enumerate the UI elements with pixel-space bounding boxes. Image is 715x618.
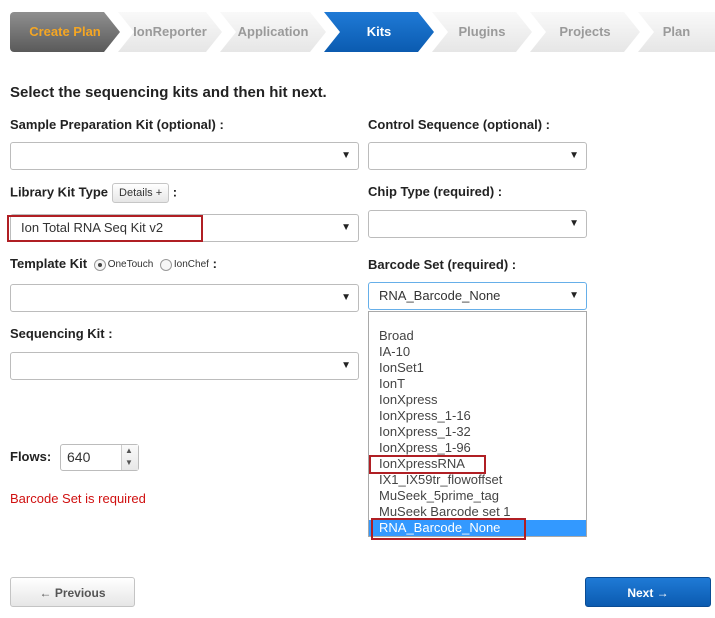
ionchef-radio[interactable] (159, 258, 172, 271)
template-kit-label: Template Kit OneTouch IonChef : (10, 256, 217, 271)
sample-prep-label: Sample Preparation Kit (optional) : (10, 117, 224, 132)
barcode-option-museek-5prime[interactable]: MuSeek_5prime_tag (369, 488, 586, 504)
dropdown-arrow-icon: ▼ (341, 292, 351, 303)
spin-up-icon[interactable]: ▲ (125, 446, 133, 455)
barcode-option-ionxpress-1-96[interactable]: IonXpress_1-96 (369, 440, 586, 456)
barcode-option-ionxpress[interactable]: IonXpress (369, 392, 586, 408)
previous-button[interactable]: ← Previous (10, 577, 135, 607)
step-projects[interactable]: Projects (530, 12, 640, 52)
barcode-option-iont[interactable]: IonT (369, 376, 586, 392)
page-instruction: Select the sequencing kits and then hit … (10, 84, 327, 101)
dropdown-arrow-icon: ▼ (341, 222, 351, 233)
wizard-steps: Create Plan IonReporter Application Kits… (0, 0, 715, 66)
error-message: Barcode Set is required (10, 491, 146, 506)
step-kits[interactable]: Kits (324, 12, 434, 52)
library-kit-highlight (7, 215, 203, 242)
flows-value: 640 (67, 449, 91, 465)
barcode-option-ionxpress-1-32[interactable]: IonXpress_1-32 (369, 424, 586, 440)
dropdown-blank-option[interactable] (369, 312, 586, 328)
library-kit-label-suffix: : (172, 184, 178, 200)
sequencing-kit-select[interactable]: ▼ (10, 352, 359, 380)
step-plugins[interactable]: Plugins (432, 12, 532, 52)
sample-prep-select[interactable]: ▼ (10, 142, 359, 170)
template-kit-label-suffix: : (212, 256, 217, 271)
flows-stepper[interactable]: ▲ ▼ (121, 445, 138, 470)
step-ionreporter[interactable]: IonReporter (118, 12, 222, 52)
sequencing-kit-label: Sequencing Kit : (10, 326, 113, 341)
flows-input[interactable]: 640 ▲ ▼ (60, 444, 139, 471)
next-button[interactable]: Next → (585, 577, 711, 607)
spin-down-icon[interactable]: ▼ (125, 458, 133, 467)
template-kit-select[interactable]: ▼ (10, 284, 359, 312)
barcode-set-dropdown[interactable]: Broad IA-10 IonSet1 IonT IonXpress IonXp… (368, 311, 587, 537)
dropdown-arrow-icon: ▼ (341, 360, 351, 371)
onetouch-radio[interactable] (93, 258, 106, 271)
step-plan[interactable]: Plan (638, 12, 715, 52)
barcode-set-label: Barcode Set (required) : (368, 257, 517, 272)
barcode-option-ionxpress-1-16[interactable]: IonXpress_1-16 (369, 408, 586, 424)
library-kit-label: Library Kit Type Details + : (10, 183, 177, 203)
barcode-option-ix1-flowoffset[interactable]: IX1_IX59tr_flowoffset (369, 472, 586, 488)
barcode-option-ia-10[interactable]: IA-10 (369, 344, 586, 360)
dropdown-arrow-icon: ▼ (569, 150, 579, 161)
dropdown-arrow-icon: ▼ (569, 218, 579, 229)
library-kit-label-text: Library Kit Type (10, 184, 109, 200)
onetouch-radio-label: OneTouch (107, 259, 154, 271)
details-button[interactable]: Details + (112, 183, 170, 203)
barcode-option-ionset1[interactable]: IonSet1 (369, 360, 586, 376)
ionchef-radio-label: IonChef (173, 259, 209, 271)
dropdown-arrow-icon: ▼ (569, 290, 579, 301)
step-application[interactable]: Application (220, 12, 326, 52)
barcode-option-broad[interactable]: Broad (369, 328, 586, 344)
chip-type-select[interactable]: ▼ (368, 210, 587, 238)
control-seq-select[interactable]: ▼ (368, 142, 587, 170)
step-create-plan[interactable]: Create Plan (10, 12, 120, 52)
chip-type-label: Chip Type (required) : (368, 184, 503, 199)
rna-barcode-none-highlight (371, 518, 526, 540)
barcode-set-value: RNA_Barcode_None (379, 288, 501, 303)
template-kit-label-text: Template Kit (10, 256, 88, 271)
dropdown-arrow-icon: ▼ (341, 150, 351, 161)
ionxpressrna-highlight (369, 455, 486, 474)
barcode-set-select[interactable]: RNA_Barcode_None ▼ (368, 282, 587, 310)
control-seq-label: Control Sequence (optional) : (368, 117, 550, 132)
flows-label: Flows: (10, 449, 52, 464)
